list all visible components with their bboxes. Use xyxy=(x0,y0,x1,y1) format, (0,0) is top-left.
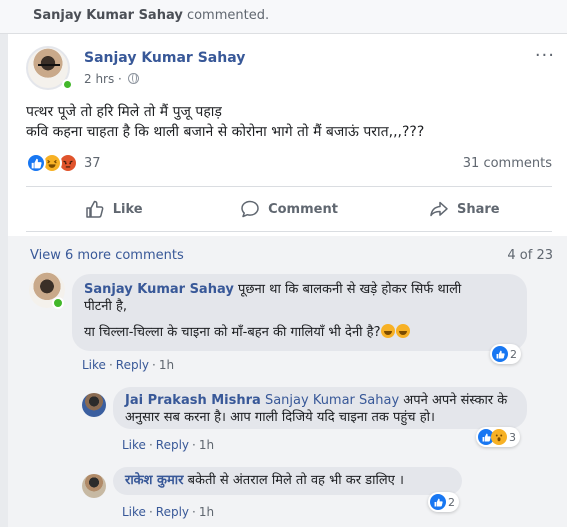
laughing-emoji-icon xyxy=(381,324,396,338)
post-author-name[interactable]: Sanjay Kumar Sahay xyxy=(84,50,245,66)
share-button[interactable]: Share xyxy=(377,190,552,228)
reaction-count[interactable]: 37 xyxy=(84,156,101,171)
comment-button[interactable]: Comment xyxy=(201,190,376,228)
post-text-line-2: कवि कहना चाहता है कि थाली बजाने से कोरोन… xyxy=(26,124,425,140)
comments-count-link[interactable]: 31 comments xyxy=(463,156,552,171)
reply-actions: Like · Reply · 1h xyxy=(122,438,215,452)
comment-reactions[interactable]: 2 xyxy=(490,344,521,364)
post-body: पत्थर पूजे तो हरि मिले तो मैं पुजू पहाड़… xyxy=(26,102,424,142)
reply-reactions[interactable]: 2 xyxy=(428,492,459,512)
online-status-icon xyxy=(62,79,73,90)
laughing-emoji-icon xyxy=(396,324,411,338)
like-icon xyxy=(492,346,508,362)
reply-author-link[interactable]: Jai Prakash Mishra xyxy=(125,393,261,408)
thumbs-up-icon xyxy=(85,200,104,218)
reply-time[interactable]: 1h xyxy=(199,438,214,452)
activity-actor-link[interactable]: Sanjay Kumar Sahay xyxy=(33,8,183,23)
reactions-summary: 37 31 comments xyxy=(26,151,552,177)
reply-mention-link[interactable]: Sanjay Kumar Sahay xyxy=(265,393,399,408)
comment-text-line-3: या चिल्ला-चिल्ला के चाइना को माँ-बहन की … xyxy=(84,325,381,340)
reply-reaction-count: 3 xyxy=(509,430,516,444)
post-meta: 2 hrs · xyxy=(84,72,139,86)
reply-like-link[interactable]: Like xyxy=(122,438,146,452)
share-label: Share xyxy=(457,201,500,217)
share-icon xyxy=(430,201,448,217)
activity-verb: commented. xyxy=(186,8,270,23)
left-rail xyxy=(0,34,8,527)
reply-reply-link[interactable]: Reply xyxy=(156,438,189,452)
reply-avatar[interactable] xyxy=(82,474,106,498)
comment-reaction-count: 2 xyxy=(510,347,517,361)
post-text-line-1: पत्थर पूजे तो हरि मिले तो मैं पुजू पहाड़ xyxy=(26,104,222,120)
divider-bottom xyxy=(26,231,552,232)
activity-header: Sanjay Kumar Sahay commented. xyxy=(0,0,567,34)
comment-like-link[interactable]: Like xyxy=(82,358,106,372)
like-button[interactable]: Like xyxy=(26,190,201,228)
comments-pager: 4 of 23 xyxy=(507,248,553,263)
reply-reaction-count: 2 xyxy=(448,495,455,509)
reply-reply-link[interactable]: Reply xyxy=(156,505,189,519)
comment-text-line-1: पूछना था कि बालकनी से खड़े होकर सिर्फ था… xyxy=(233,282,462,297)
online-status-icon xyxy=(52,297,64,309)
reply-bubble: राकेश कुमार बकेती से अंतराल मिले तो वह भ… xyxy=(113,467,462,495)
comment-bubble: Sanjay Kumar Sahay पूछना था कि बालकनी से… xyxy=(72,274,527,351)
view-more-comments-link[interactable]: View 6 more comments xyxy=(30,248,184,263)
globe-icon xyxy=(127,73,139,84)
reply-avatar[interactable] xyxy=(82,393,106,417)
like-icon[interactable] xyxy=(26,153,46,173)
reply-like-link[interactable]: Like xyxy=(122,505,146,519)
comment-time[interactable]: 1h xyxy=(159,358,174,372)
wow-icon xyxy=(491,429,507,445)
comment-icon xyxy=(241,200,259,218)
more-options-icon[interactable]: ··· xyxy=(535,45,555,66)
comment-text-line-2: पीटनी है, xyxy=(84,299,128,314)
reply-text: बकेती से अंतराल मिले तो वह भी कर डालिए । xyxy=(183,473,404,488)
divider-top xyxy=(26,186,552,187)
post-timestamp[interactable]: 2 hrs · xyxy=(84,72,122,86)
reply-reactions[interactable]: 3 xyxy=(476,427,520,447)
reply-text-line-1: अपने अपने संस्कार के xyxy=(399,393,508,408)
comment-author-link[interactable]: Sanjay Kumar Sahay xyxy=(84,282,234,297)
comment-actions: Like · Reply · 1h xyxy=(82,358,175,372)
comment-label: Comment xyxy=(268,201,338,217)
reply-author-link[interactable]: राकेश कुमार xyxy=(125,473,183,488)
reply-bubble: Jai Prakash Mishra Sanjay Kumar Sahay अप… xyxy=(113,387,527,429)
post-actions-bar: Like Comment Share xyxy=(26,190,552,228)
reply-actions: Like · Reply · 1h xyxy=(122,505,215,519)
reply-text-line-2: अनुसार सब करना है। आप गाली दिजिये यदि चा… xyxy=(125,410,435,425)
reply-time[interactable]: 1h xyxy=(199,505,214,519)
like-label: Like xyxy=(112,201,143,217)
like-icon xyxy=(430,494,446,510)
comment-reply-link[interactable]: Reply xyxy=(116,358,149,372)
